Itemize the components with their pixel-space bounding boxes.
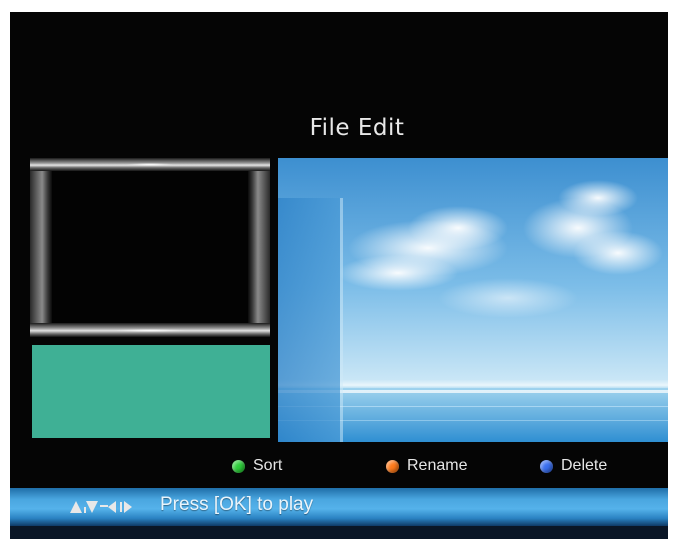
preview-frame-right — [248, 171, 270, 323]
legend-label-sort: Sort — [253, 457, 283, 474]
preview-frame-top — [30, 158, 270, 171]
legend-item-sort[interactable]: Sort — [232, 454, 282, 478]
legend-item-rename[interactable]: Rename — [386, 454, 467, 478]
blue-dot-icon — [540, 459, 553, 473]
page-title: File Edit — [309, 115, 405, 141]
legend-label-rename: Rename — [407, 457, 468, 474]
hint-text: Press [OK] to play — [160, 494, 314, 515]
preview-frame-bottom — [30, 323, 270, 337]
legend-label-delete: Delete — [561, 457, 608, 474]
bottom-strip — [10, 526, 668, 539]
preview-screen — [52, 171, 248, 323]
sky-sea-image — [278, 158, 668, 442]
preview-window — [30, 158, 270, 343]
file-edit-screen: File Edit Sort Rename Delete Press [OK] … — [10, 12, 668, 539]
hint-bar: Press [OK] to play — [10, 488, 668, 526]
arrow-keys-icon — [70, 501, 132, 513]
orange-dot-icon — [386, 459, 399, 473]
background-picture — [278, 158, 668, 442]
file-info-panel — [32, 345, 270, 438]
green-dot-icon — [232, 459, 245, 473]
preview-frame-left — [30, 171, 52, 323]
legend-item-delete[interactable]: Delete — [540, 454, 607, 478]
color-key-legend: Sort Rename Delete — [10, 454, 668, 478]
